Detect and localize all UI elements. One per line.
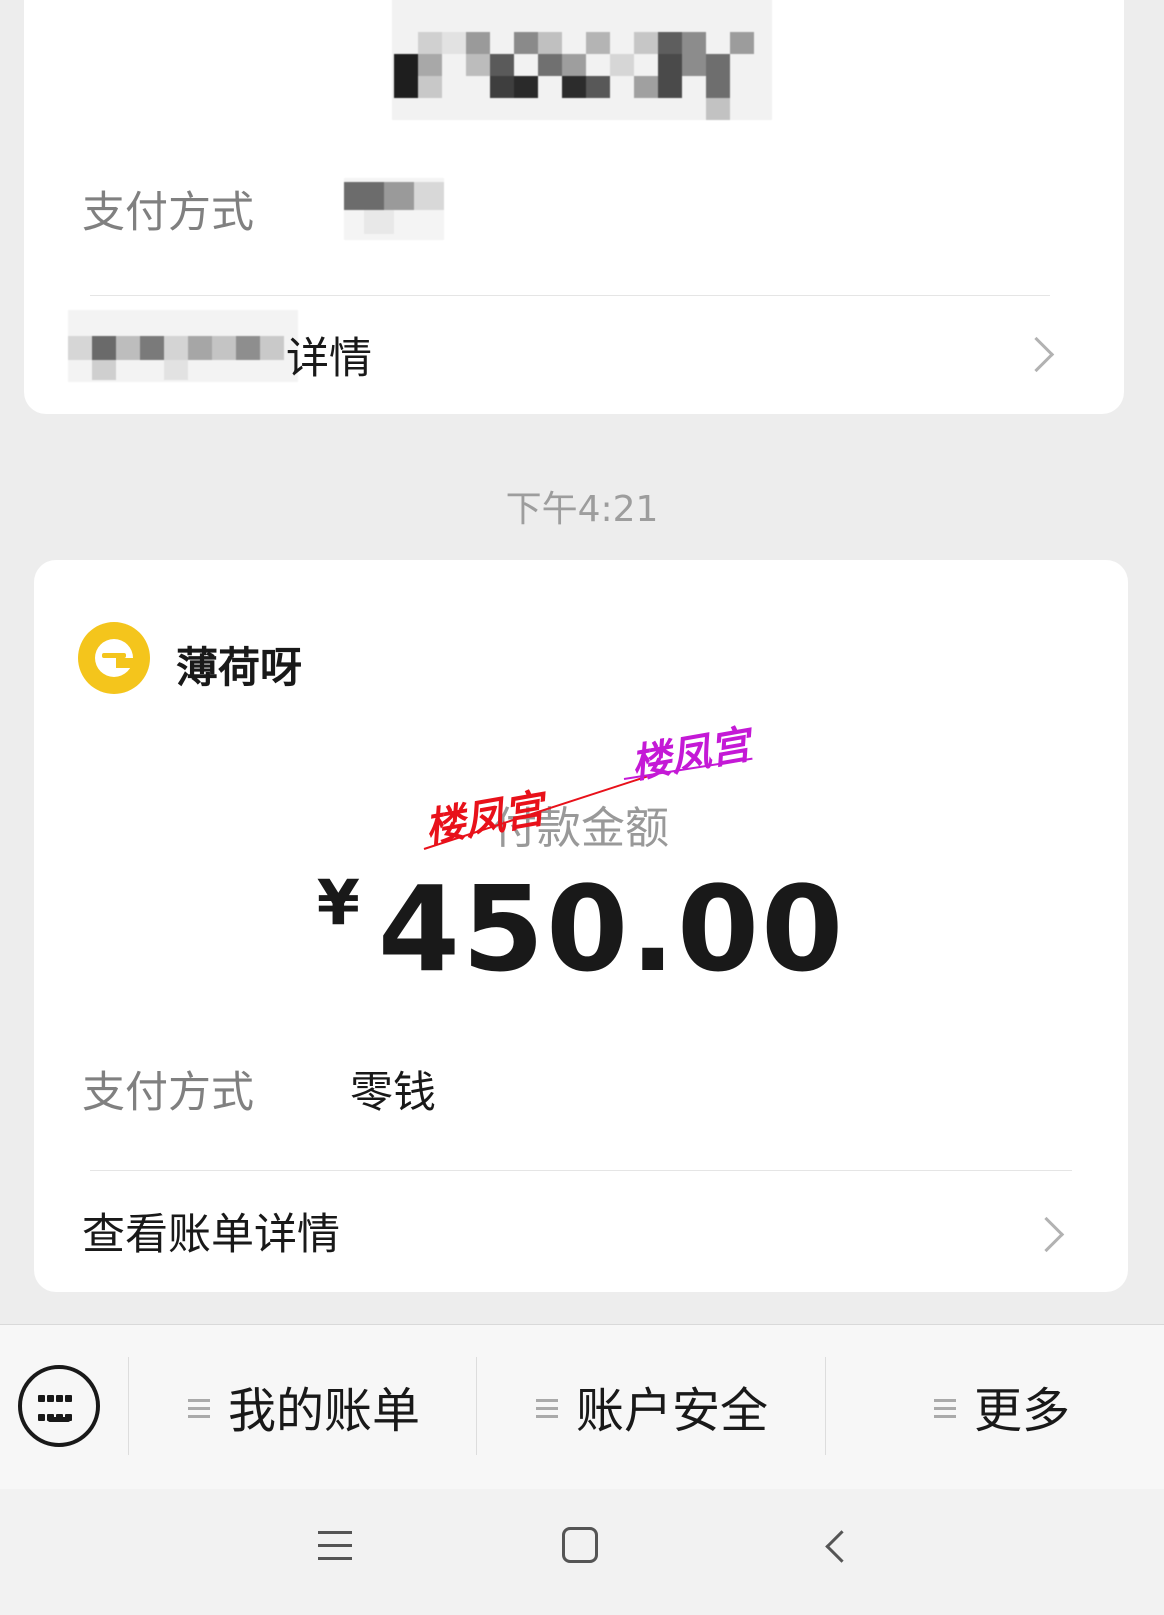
merchant-logo-icon bbox=[78, 622, 150, 694]
amount-value: 450.00 bbox=[377, 860, 846, 998]
divider bbox=[90, 295, 1050, 296]
view-bill-details-link[interactable]: 查看账单详情 bbox=[82, 1200, 340, 1262]
nav-back-icon[interactable] bbox=[825, 1530, 858, 1563]
menu-separator bbox=[476, 1357, 477, 1455]
menu-item-account-security[interactable]: 账户安全 bbox=[536, 1371, 768, 1441]
merchant-name: 薄荷呀 bbox=[176, 643, 303, 692]
menu-item-label: 我的账单 bbox=[228, 1383, 421, 1439]
keyboard-icon[interactable] bbox=[18, 1365, 100, 1447]
message-timestamp: 下午4:21 bbox=[505, 489, 659, 530]
hamburger-icon bbox=[188, 1399, 210, 1419]
hamburger-icon bbox=[934, 1399, 956, 1419]
chevron-right-icon bbox=[1028, 1216, 1065, 1253]
menu-item-more[interactable]: 更多 bbox=[934, 1371, 1070, 1441]
watermark: 楼凤宫 bbox=[627, 721, 754, 789]
menu-separator bbox=[825, 1357, 826, 1455]
currency-symbol: ¥ bbox=[316, 866, 360, 939]
divider bbox=[90, 1170, 1072, 1171]
amount-label: 付款金额 bbox=[493, 803, 669, 854]
menu-separator bbox=[128, 1357, 129, 1455]
previous-payment-card: 支付方式 详情 bbox=[24, 0, 1124, 414]
payment-method-label: 支付方式 bbox=[82, 1068, 254, 1118]
menu-item-label: 账户安全 bbox=[576, 1383, 769, 1439]
hamburger-icon bbox=[536, 1399, 558, 1419]
bottom-menu-bar: 我的账单 账户安全 更多 bbox=[0, 1324, 1164, 1489]
censored-view-details bbox=[68, 310, 298, 382]
menu-item-label: 更多 bbox=[974, 1383, 1071, 1439]
nav-home-icon[interactable] bbox=[562, 1527, 598, 1563]
censored-amount bbox=[392, 0, 772, 120]
chevron-right-icon bbox=[1018, 336, 1055, 373]
payment-card: 薄荷呀 付款金额 楼凤宫 楼凤宫 ¥450.00 支付方式 零钱 查看账单详情 bbox=[34, 560, 1128, 1292]
view-details-partial[interactable]: 详情 bbox=[286, 324, 372, 386]
payment-amount: ¥450.00 bbox=[34, 860, 1128, 998]
menu-item-my-bills[interactable]: 我的账单 bbox=[188, 1371, 420, 1441]
nav-menu-icon[interactable] bbox=[318, 1531, 352, 1561]
censored-payment-method bbox=[344, 178, 444, 240]
system-navigation-bar bbox=[0, 1489, 1164, 1615]
payment-method-value: 零钱 bbox=[350, 1068, 436, 1118]
payment-method-label: 支付方式 bbox=[82, 188, 254, 238]
